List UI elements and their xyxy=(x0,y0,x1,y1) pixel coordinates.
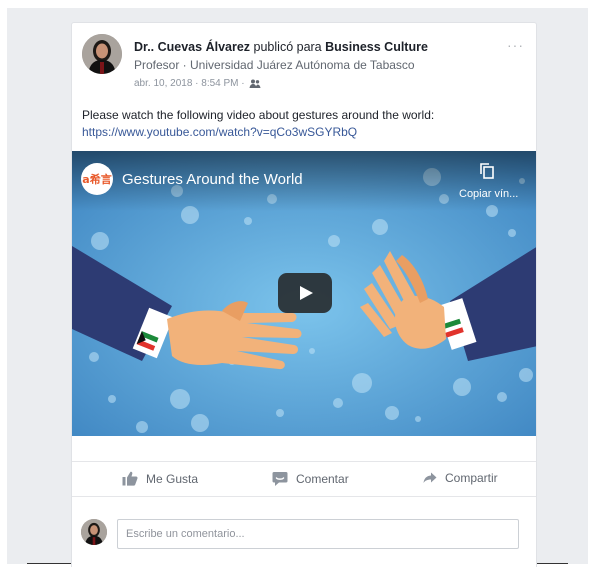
action-bar: Me Gusta Comentar Compartir xyxy=(72,461,536,497)
play-icon[interactable] xyxy=(278,273,332,313)
post-body-text: Please watch the following video about g… xyxy=(82,108,435,122)
comment-input[interactable] xyxy=(117,519,519,549)
commenter-avatar xyxy=(81,519,107,545)
comment-label: Comentar xyxy=(296,472,349,486)
video-title[interactable]: Gestures Around the World xyxy=(122,171,303,188)
channel-logo[interactable]: a希言 xyxy=(81,163,113,195)
like-button[interactable]: Me Gusta xyxy=(122,471,198,486)
comment-icon xyxy=(272,472,288,486)
more-options-icon[interactable]: ··· xyxy=(507,37,524,53)
share-button[interactable]: Compartir xyxy=(423,471,498,485)
author-name[interactable]: Dr.. Cuevas Álvarez xyxy=(134,40,250,54)
copy-link-icon[interactable] xyxy=(480,163,494,179)
published-for-text: publicó para xyxy=(253,40,322,54)
author-line: Dr.. Cuevas Álvarez publicó para Busines… xyxy=(134,40,428,54)
video-player[interactable]: a希言 Gestures Around the World Copiar vín… xyxy=(72,151,536,436)
post-link[interactable]: https://www.youtube.com/watch?v=qCo3wSGY… xyxy=(82,124,357,141)
post-meta: abr. 10, 2018 · 8:54 PM · xyxy=(134,78,261,89)
post-timestamp[interactable]: abr. 10, 2018 · 8:54 PM · xyxy=(134,78,245,89)
thumbs-up-icon xyxy=(122,471,138,486)
group-icon xyxy=(249,79,261,88)
group-name[interactable]: Business Culture xyxy=(325,40,428,54)
copy-link-label[interactable]: Copiar vín... xyxy=(459,188,518,200)
author-avatar[interactable] xyxy=(82,34,122,74)
comment-button[interactable]: Comentar xyxy=(272,471,349,487)
share-icon xyxy=(423,472,437,483)
post-card: Dr.. Cuevas Álvarez publicó para Busines… xyxy=(71,22,537,567)
like-label: Me Gusta xyxy=(146,471,199,486)
author-subtitle: Profesor · Universidad Juárez Autónoma d… xyxy=(134,58,415,72)
share-label: Compartir xyxy=(445,471,498,485)
